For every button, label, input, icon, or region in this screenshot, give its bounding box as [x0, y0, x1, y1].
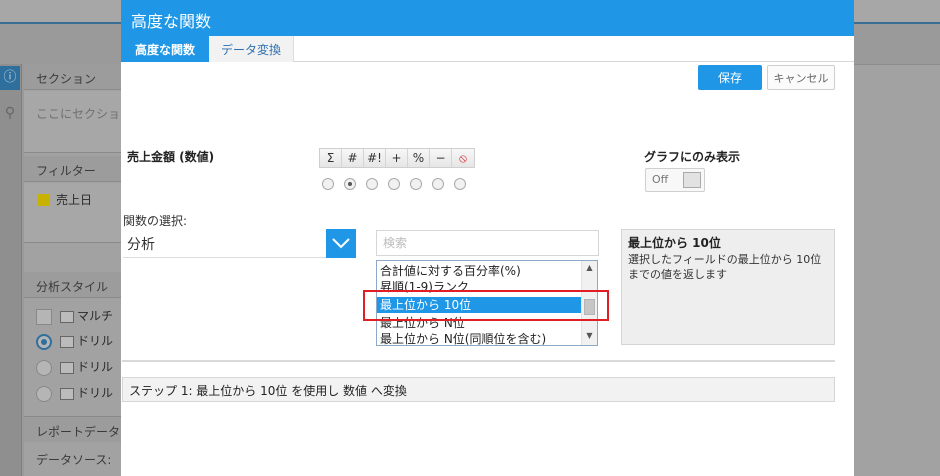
report-data-header: レポートデータ — [24, 416, 122, 442]
analysis-style-option[interactable]: ドリル — [36, 332, 122, 354]
field-title: 売上金額 (数値) — [127, 150, 215, 164]
aggregation-toolbar: Σ # #! + % − ⦸ — [319, 148, 475, 168]
checkbox-icon[interactable] — [36, 308, 52, 325]
analysis-style-header: 分析スタイル — [24, 272, 122, 298]
advanced-function-dialog: 高度な関数 高度な関数 データ変換 保存 キャンセル 売上金額 (数値) Σ #… — [121, 0, 854, 476]
toggle-knob[interactable] — [683, 172, 701, 188]
radio-add[interactable] — [388, 178, 400, 190]
drill-table-icon — [60, 335, 74, 348]
cancel-button[interactable]: キャンセル — [767, 65, 835, 90]
info-icon[interactable]: ⓘ — [0, 66, 20, 90]
radio-sum[interactable] — [322, 178, 334, 190]
filter-item-label[interactable]: 売上日 — [56, 191, 92, 208]
percent-button[interactable]: % — [408, 149, 430, 167]
tab-advanced-function[interactable]: 高度な関数 — [121, 36, 209, 62]
scroll-up-icon[interactable]: ▲ — [582, 263, 597, 275]
list-item[interactable]: 合計値に対する百分率(%) — [380, 263, 580, 279]
function-select-label: 関数の選択: — [123, 214, 188, 228]
dialog-tabs: 高度な関数 データ変換 — [121, 36, 854, 62]
list-item[interactable]: 最上位から N位(同順位を含む) — [380, 331, 580, 345]
radio-none[interactable] — [454, 178, 466, 190]
function-category-value: 分析 — [127, 237, 155, 253]
count-button[interactable]: # — [342, 149, 364, 167]
toolbar-radio-row — [322, 178, 476, 190]
count-distinct-button[interactable]: #! — [364, 149, 386, 167]
function-description-panel: 最上位から 10位 選択したフィールドの最上位から 10位までの値を返します — [621, 229, 835, 345]
graph-only-label: グラフにのみ表示 — [644, 150, 741, 164]
right-background-panel — [854, 64, 940, 476]
save-button[interactable]: 保存 — [698, 65, 762, 90]
no-function-icon[interactable]: ⦸ — [452, 149, 474, 167]
filter-field-icon — [38, 194, 50, 206]
add-button[interactable]: + — [386, 149, 408, 167]
function-search-input[interactable] — [376, 230, 599, 256]
datasource-label: データソース: — [36, 453, 112, 467]
radio-icon[interactable] — [36, 359, 52, 376]
toggle-state-label: Off — [652, 173, 669, 186]
radio-percent[interactable] — [410, 178, 422, 190]
selection-highlight-box — [363, 290, 609, 321]
graph-only-toggle[interactable]: Off — [645, 168, 705, 192]
description-title: 最上位から 10位 — [628, 236, 721, 250]
subtract-button[interactable]: − — [430, 149, 452, 167]
section-header: セクション — [24, 64, 122, 90]
section-drop-zone[interactable]: ここにセクション — [24, 91, 122, 153]
sum-button[interactable]: Σ — [320, 149, 342, 167]
function-category-select[interactable]: 分析 — [123, 229, 356, 258]
tab-data-conversion[interactable]: データ変換 — [209, 36, 294, 62]
analysis-style-option[interactable]: マルチ — [36, 307, 122, 329]
divider — [122, 360, 835, 362]
filter-list: 売上日 — [24, 183, 122, 243]
scroll-down-icon[interactable]: ▼ — [582, 331, 597, 343]
builder-side-panel: セクション ここにセクション フィルター 売上日 分析スタイル マルチ ドリル … — [24, 64, 122, 476]
radio-count-distinct[interactable] — [366, 178, 378, 190]
dialog-title: 高度な関数 — [121, 0, 854, 36]
radio-subtract[interactable] — [432, 178, 444, 190]
radio-selected-icon[interactable] — [36, 333, 52, 350]
multi-table-icon — [60, 310, 74, 323]
description-text: 選択したフィールドの最上位から 10位までの値を返します — [628, 253, 822, 281]
chevron-down-icon[interactable] — [326, 229, 356, 258]
radio-count[interactable] — [344, 178, 356, 190]
step-summary: ステップ 1: 最上位から 10位 を使用し 数値 へ変換 — [122, 377, 835, 402]
drill-table-icon — [60, 361, 74, 374]
filter-header: フィルター — [24, 156, 122, 182]
search-icon[interactable]: ⚲ — [0, 100, 20, 126]
drill-table-icon — [60, 387, 74, 400]
radio-icon[interactable] — [36, 385, 52, 402]
analysis-style-option[interactable]: ドリル — [36, 384, 122, 406]
analysis-style-option[interactable]: ドリル — [36, 358, 122, 380]
